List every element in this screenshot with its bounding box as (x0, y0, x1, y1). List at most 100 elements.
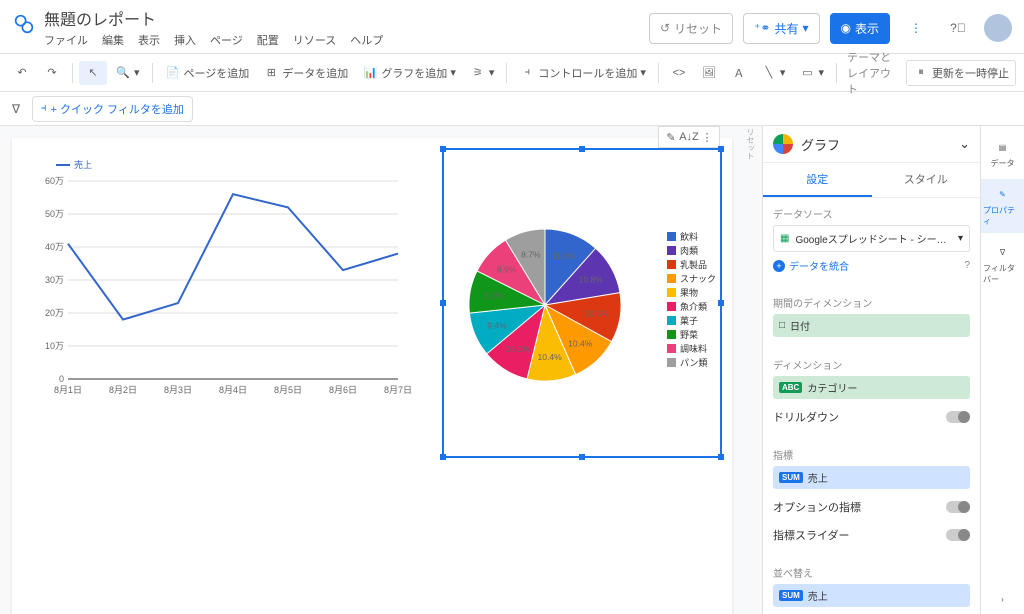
view-button[interactable]: ◉ 表示 (830, 13, 891, 44)
more-icon[interactable]: ⋮ (699, 129, 715, 145)
svg-text:11.6%: 11.6% (552, 251, 576, 261)
pause-update-button[interactable]: ⏸更新を一時停止 (906, 60, 1016, 86)
report-title[interactable]: 無題のレポート (44, 6, 649, 30)
svg-text:10.1%: 10.1% (505, 344, 530, 354)
right-rail: ▤ データ ✎ プロパティ ∇ フィルタバー › (980, 126, 1024, 614)
date-dimension-chip[interactable]: □日付 (773, 314, 970, 337)
rail-expand[interactable]: › (981, 584, 1024, 614)
abc-badge: ABC (779, 382, 802, 393)
more-button[interactable]: ⋮ (900, 12, 932, 44)
svg-text:40万: 40万 (45, 242, 64, 252)
sort-az-icon[interactable]: A↓Z (681, 129, 697, 145)
metric-slider-toggle[interactable] (946, 529, 970, 541)
menu-insert[interactable]: 挿入 (174, 32, 196, 48)
svg-text:0: 0 (59, 374, 64, 384)
legend-item: 乳製品 (667, 258, 716, 271)
svg-text:8月6日: 8月6日 (329, 385, 357, 395)
pie-chart-selected[interactable]: ✎ A↓Z ⋮ 11.6%10.8%10.6%10.4%10.4%10.1%9.… (442, 148, 722, 458)
optional-metric-row: オプションの指標 (773, 493, 970, 521)
plus-icon: + (773, 260, 785, 272)
svg-text:8月2日: 8月2日 (109, 385, 137, 395)
legend-item: スナック (667, 272, 716, 285)
legend-item: 肉類 (667, 244, 716, 257)
redo-icon: ↷ (44, 65, 60, 81)
metric-chip[interactable]: SUM売上 (773, 466, 970, 489)
shape-button[interactable]: ▭▾ (793, 61, 830, 85)
svg-text:50万: 50万 (45, 209, 64, 219)
add-data-button[interactable]: ⊞データを追加 (257, 61, 354, 85)
menu-resource[interactable]: リソース (293, 32, 336, 48)
url-embed-button[interactable]: <> (665, 61, 693, 85)
menu-edit[interactable]: 編集 (102, 32, 124, 48)
svg-text:10.4%: 10.4% (537, 352, 562, 362)
sum-badge: SUM (779, 472, 803, 483)
rail-filterbar[interactable]: ∇ フィルタバー (981, 237, 1024, 291)
share-button[interactable]: ⁺⚭ 共有 ▾ (743, 13, 819, 44)
pie-svg: 11.6%10.8%10.6%10.4%10.4%10.1%9.4%9.1%8.… (450, 210, 640, 400)
svg-text:10万: 10万 (45, 341, 64, 351)
redo-button[interactable]: ↷ (38, 61, 66, 85)
dropdown-icon: ▾ (958, 233, 963, 244)
canvas-area[interactable]: リセット 売上 60万 50万 40万 30万 20万 10万 0 (0, 126, 762, 614)
menu-arrange[interactable]: 配置 (257, 32, 279, 48)
help-icon[interactable]: ? (964, 260, 970, 271)
dimension-chip[interactable]: ABCカテゴリー (773, 376, 970, 399)
metric-slider-row: 指標スライダー (773, 521, 970, 549)
edit-icon[interactable]: ✎ (663, 129, 679, 145)
date-dimension-label: 期間のディメンション (773, 295, 970, 310)
chart-type-icon (773, 134, 793, 154)
legend-item: パン類 (667, 356, 716, 369)
main: リセット 売上 60万 50万 40万 30万 20万 10万 0 (0, 126, 1024, 614)
selector-tool[interactable]: ↖ (79, 61, 107, 85)
shape-icon: ▭ (799, 65, 815, 81)
theme-layout-button[interactable]: テーマとレイアウト (843, 45, 904, 101)
line-chart-svg: 60万 50万 40万 30万 20万 10万 0 8月1日 8月2日 8月3日 (32, 175, 412, 415)
help-button[interactable]: ?⃝ (942, 12, 974, 44)
svg-text:8月5日: 8月5日 (274, 385, 302, 395)
tab-style[interactable]: スタイル (872, 163, 981, 197)
add-chart-button[interactable]: 📊グラフを追加▾ (356, 61, 462, 85)
line-chart[interactable]: 売上 60万 50万 40万 30万 20万 10万 0 8月1 (32, 158, 412, 418)
user-avatar[interactable] (984, 14, 1012, 42)
blend-data-button[interactable]: + データを統合 ? (773, 256, 970, 279)
appbar-right: ↺ リセット ⁺⚭ 共有 ▾ ◉ 表示 ⋮ ?⃝ (649, 12, 1012, 44)
image-button[interactable]: 🖼 (695, 61, 723, 85)
sort-chip[interactable]: SUM売上 (773, 584, 970, 607)
legend-item: 果物 (667, 286, 716, 299)
panel-title: グラフ (801, 135, 951, 154)
canvas-reset-label[interactable]: リセット (743, 126, 758, 162)
add-control-button[interactable]: ⫞コントロールを追加▾ (513, 61, 652, 85)
zoom-tool[interactable]: 🔍▾ (109, 61, 146, 85)
filter-icon[interactable]: ∇ (8, 101, 24, 117)
add-quick-filter-button[interactable]: ⫞ + クイック フィルタを追加 (32, 96, 193, 122)
menu-file[interactable]: ファイル (44, 32, 88, 48)
rail-data[interactable]: ▤ データ (981, 132, 1024, 175)
pause-icon: ⏸ (913, 65, 929, 81)
chevron-right-icon: › (994, 590, 1012, 608)
add-page-button[interactable]: 📄ページを追加 (159, 61, 256, 85)
drilldown-toggle[interactable] (946, 411, 970, 423)
dimension-label: ディメンション (773, 357, 970, 372)
svg-text:30万: 30万 (45, 275, 64, 285)
menu-view[interactable]: 表示 (138, 32, 160, 48)
chevron-down-icon[interactable]: ⌄ (959, 136, 970, 152)
menu-help[interactable]: ヘルプ (350, 32, 383, 48)
legend-item: 魚介類 (667, 300, 716, 313)
metric-label: 指標 (773, 447, 970, 462)
svg-text:60万: 60万 (45, 176, 64, 186)
text-button[interactable]: Ａ (725, 61, 753, 85)
canvas-page[interactable]: 売上 60万 50万 40万 30万 20万 10万 0 8月1 (12, 138, 732, 614)
line-icon: ╲ (761, 65, 777, 81)
svg-text:10.4%: 10.4% (568, 338, 593, 348)
menu-page[interactable]: ページ (210, 32, 243, 48)
tab-setup[interactable]: 設定 (763, 163, 872, 197)
reset-button[interactable]: ↺ リセット (649, 13, 733, 44)
optional-metric-toggle[interactable] (946, 501, 970, 513)
data-source-field[interactable]: ▦ Googleスプレッドシート - シート1 ▾ (773, 225, 970, 252)
rail-properties[interactable]: ✎ プロパティ (981, 179, 1024, 233)
panel-header[interactable]: グラフ ⌄ (763, 126, 980, 163)
community-button[interactable]: ⚞▾ (464, 61, 501, 85)
chart-icon: 📊 (362, 65, 378, 81)
line-button[interactable]: ╲▾ (755, 61, 792, 85)
undo-button[interactable]: ↶ (8, 61, 36, 85)
